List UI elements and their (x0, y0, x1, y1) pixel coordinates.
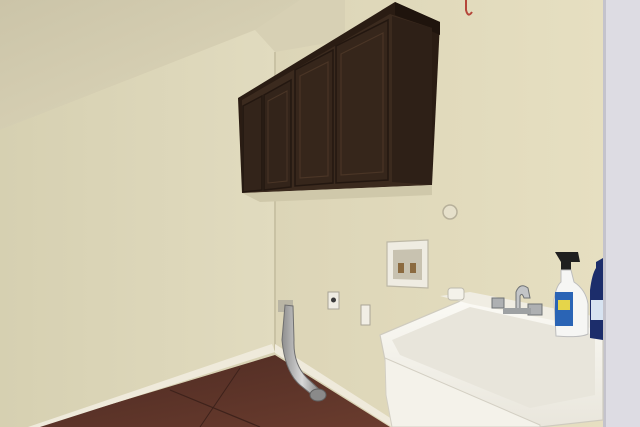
water-valve (442, 204, 458, 220)
cabinet-door[interactable] (335, 18, 389, 184)
cabinet-door[interactable] (242, 94, 263, 193)
door-frame (603, 0, 640, 427)
bottle-cap (447, 287, 465, 301)
cabinet-door[interactable] (294, 48, 334, 187)
electrical-outlet (327, 291, 340, 310)
washer-box (386, 239, 429, 289)
laundry-room-photo (0, 0, 640, 427)
light-switch (360, 304, 371, 326)
